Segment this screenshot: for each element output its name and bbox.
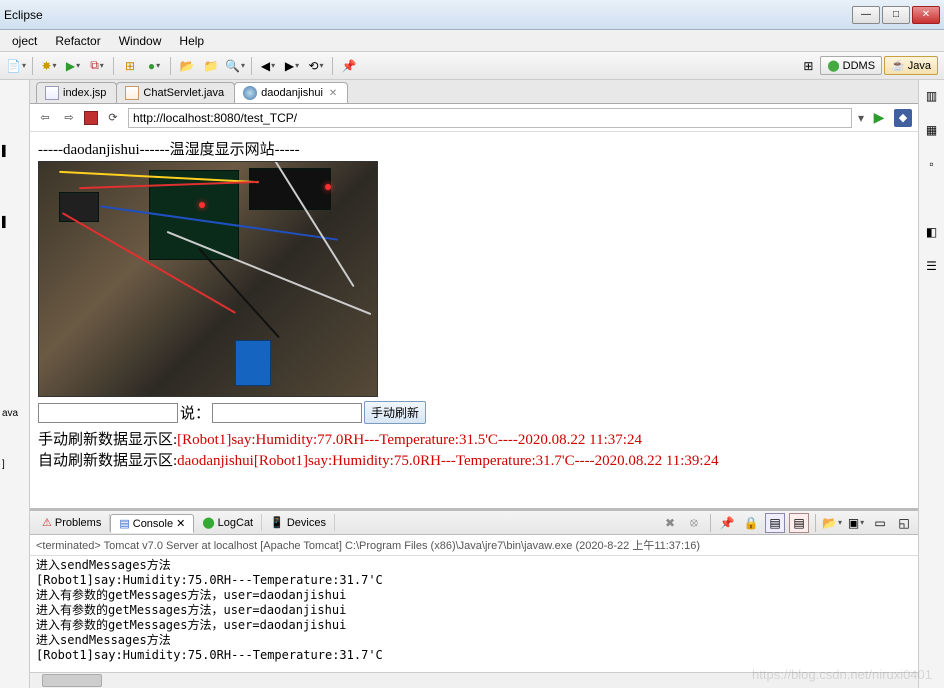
- manual-refresh-line: 手动刷新数据显示区:[Robot1]say:Humidity:77.0RH---…: [38, 428, 910, 449]
- auto-refresh-line: 自动刷新数据显示区:daodanjishui[Robot1]say:Humidi…: [38, 449, 910, 470]
- left-trim: ▌ ▌ ava ]: [0, 80, 30, 688]
- browser-stop-icon[interactable]: [84, 111, 98, 125]
- menu-refactor[interactable]: Refactor: [47, 32, 108, 50]
- console-scroll-lock-icon[interactable]: 🔒: [741, 513, 761, 533]
- message-input[interactable]: [212, 403, 362, 423]
- tab-logcat[interactable]: ⬤LogCat: [194, 514, 262, 531]
- internal-browser-toolbar: ⇦ ⇨ ⟳ ▾ ▶ ◆: [30, 104, 918, 132]
- hardware-photo: [38, 161, 378, 397]
- tab-daodanjishui[interactable]: daodanjishui✕: [234, 82, 348, 103]
- left-marker-1[interactable]: ▌: [2, 146, 27, 157]
- console-removeall-icon[interactable]: ⦻: [684, 513, 704, 533]
- nav-next-icon[interactable]: ▶: [282, 56, 302, 76]
- tab-console[interactable]: ▤Console✕: [110, 514, 194, 533]
- console-output[interactable]: 进入sendMessages方法 [Robot1]say:Humidity:75…: [30, 556, 918, 672]
- console-open-icon[interactable]: 📂: [822, 513, 842, 533]
- perspective-java[interactable]: ☕Java: [884, 56, 938, 75]
- debug-dropdown-icon[interactable]: ✸: [39, 56, 59, 76]
- perspective-ddms[interactable]: ⬤DDMS: [820, 56, 882, 75]
- browser-back-icon[interactable]: ⇦: [36, 109, 54, 127]
- page-heading: -----daodanjishui------温湿度显示网站-----: [38, 138, 910, 159]
- minimize-trim-icon[interactable]: ▫: [922, 154, 942, 174]
- problems-icon: ⚠: [42, 516, 52, 529]
- browser-go-icon[interactable]: ▶: [870, 109, 888, 127]
- console-h-scrollbar[interactable]: [30, 672, 918, 688]
- console-show-output-icon[interactable]: ▤: [765, 513, 785, 533]
- editor-tabstrip: index.jsp ChatServlet.java daodanjishui✕: [30, 80, 918, 104]
- left-marker-2[interactable]: ▌: [2, 217, 27, 228]
- jsp-icon: [45, 86, 59, 100]
- nav-prev-icon[interactable]: ◀: [258, 56, 278, 76]
- console-maximize-icon[interactable]: ◱: [894, 513, 914, 533]
- console-show-error-icon[interactable]: ▤: [789, 513, 809, 533]
- java-icon: [125, 86, 139, 100]
- browser-address-input[interactable]: [128, 108, 852, 128]
- console-remove-icon[interactable]: ✖: [660, 513, 680, 533]
- open-perspective-icon[interactable]: ⊞: [798, 56, 818, 76]
- menubar: oject Refactor Window Help: [0, 30, 944, 52]
- right-trim: ▥ ▦ ▫ ◧ ☰: [918, 80, 944, 688]
- devices-icon: 📱: [270, 516, 284, 529]
- browser-viewport: -----daodanjishui------温湿度显示网站-----: [30, 132, 918, 508]
- open-task-icon[interactable]: 📁: [201, 56, 221, 76]
- console-pin-icon[interactable]: 📌: [717, 513, 737, 533]
- logcat-icon: ⬤: [202, 516, 214, 529]
- console-status: <terminated> Tomcat v7.0 Server at local…: [30, 535, 918, 556]
- tab-index-jsp[interactable]: index.jsp: [36, 82, 117, 103]
- task-list-icon[interactable]: ▦: [922, 120, 942, 140]
- left-bracket[interactable]: ]: [2, 459, 27, 470]
- menu-project[interactable]: oject: [4, 32, 45, 50]
- main-toolbar: 📄 ✸ ▶ ⧉ ⊞ ● 📂 📁 🔍 ◀ ▶ ⟲ 📌 ⊞ ⬤DDMS ☕Java: [0, 52, 944, 80]
- close-tab-icon[interactable]: ✕: [329, 88, 337, 99]
- say-label: 说：: [180, 402, 210, 423]
- console-icon: ▤: [119, 517, 129, 530]
- manual-refresh-button[interactable]: 手动刷新: [364, 401, 426, 424]
- menu-window[interactable]: Window: [111, 32, 170, 50]
- web-icon: [243, 86, 257, 100]
- console-minimize-icon[interactable]: ▭: [870, 513, 890, 533]
- name-input[interactable]: [38, 403, 178, 423]
- window-title: Eclipse: [4, 8, 43, 22]
- menu-help[interactable]: Help: [171, 32, 212, 50]
- minimize-button[interactable]: —: [852, 6, 880, 24]
- open-type-icon[interactable]: 📂: [177, 56, 197, 76]
- new-class-icon[interactable]: ●: [144, 56, 164, 76]
- tab-problems[interactable]: ⚠Problems: [34, 514, 110, 531]
- external-tools-icon[interactable]: ⧉: [87, 56, 107, 76]
- pin-icon[interactable]: 📌: [339, 56, 359, 76]
- close-console-icon[interactable]: ✕: [176, 517, 185, 530]
- new-dropdown-icon[interactable]: 📄: [6, 56, 26, 76]
- new-package-icon[interactable]: ⊞: [120, 56, 140, 76]
- left-java-label[interactable]: ava: [2, 408, 27, 419]
- browser-forward-icon[interactable]: ⇨: [60, 109, 78, 127]
- maximize-button[interactable]: □: [882, 6, 910, 24]
- search-dropdown-icon[interactable]: 🔍: [225, 56, 245, 76]
- outline-view-icon[interactable]: ▥: [922, 86, 942, 106]
- restore-view-icon[interactable]: ◧: [922, 222, 942, 242]
- tab-chatservlet[interactable]: ChatServlet.java: [116, 82, 235, 103]
- browser-refresh-icon[interactable]: ⟳: [104, 109, 122, 127]
- last-edit-icon[interactable]: ⟲: [306, 56, 326, 76]
- bottom-panel: ⚠Problems ▤Console✕ ⬤LogCat 📱Devices ✖ ⦻…: [30, 508, 918, 688]
- tab-devices[interactable]: 📱Devices: [262, 514, 335, 531]
- outline-icon[interactable]: ☰: [922, 256, 942, 276]
- scrollbar-thumb[interactable]: [42, 674, 102, 687]
- close-button[interactable]: ✕: [912, 6, 940, 24]
- run-dropdown-icon[interactable]: ▶: [63, 56, 83, 76]
- console-display-icon[interactable]: ▣: [846, 513, 866, 533]
- window-titlebar: Eclipse — □ ✕: [0, 0, 944, 30]
- browser-home-icon[interactable]: ◆: [894, 109, 912, 127]
